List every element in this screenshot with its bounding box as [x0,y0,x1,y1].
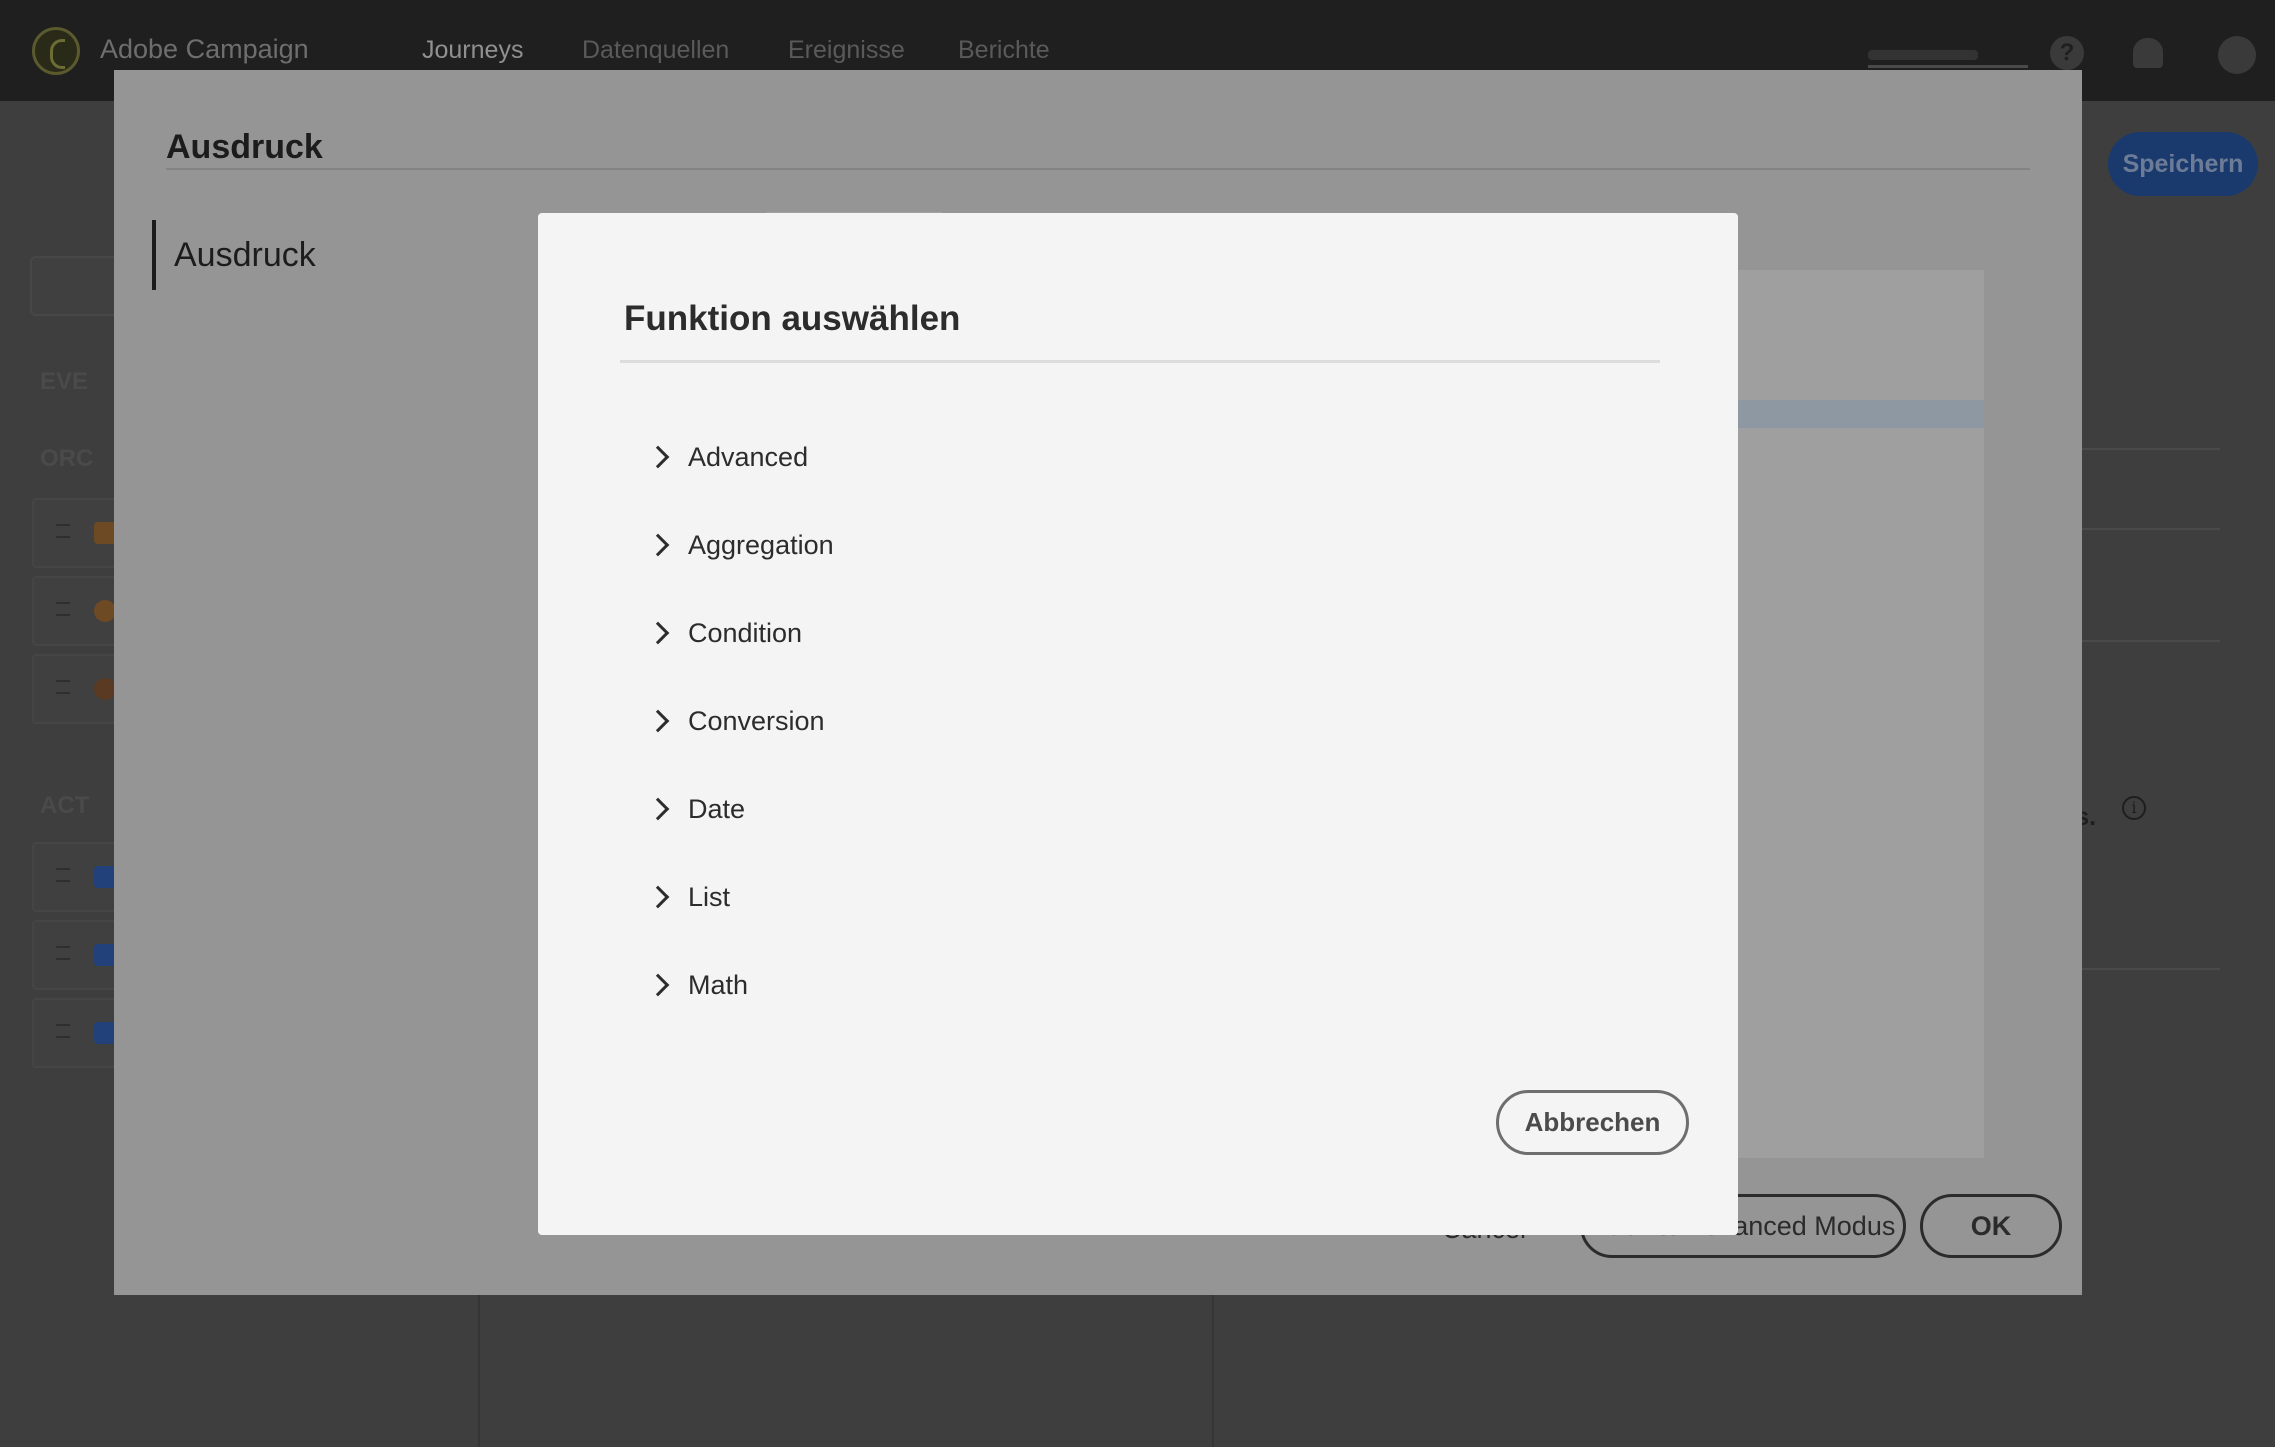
section-actions: ACT [40,792,90,819]
category-label: Aggregation [688,529,834,560]
category-list[interactable]: List [646,853,1548,941]
divider [620,360,1660,363]
expression-editor[interactable] [1736,270,1984,1158]
editor-line-highlight [1736,400,1984,428]
chevron-right-icon [646,797,670,821]
dialog-title: Funktion auswählen [624,299,961,338]
org-switcher[interactable] [1868,40,2028,68]
category-aggregation[interactable]: Aggregation [646,501,1548,589]
avatar[interactable] [2218,36,2256,74]
adobe-campaign-logo-icon[interactable] [32,27,80,75]
sms-icon [94,1022,116,1044]
chevron-right-icon [646,885,670,909]
condition-icon [94,522,116,544]
nav-journeys[interactable]: Journeys [422,36,523,65]
category-label: List [688,881,731,912]
drag-handle-icon[interactable] [56,602,70,616]
divider [1212,1290,1214,1447]
nav-datenquellen[interactable]: Datenquellen [582,36,729,65]
save-button[interactable]: Speichern [2108,132,2258,196]
function-category-list: Advanced Aggregation Condition Conversio… [646,413,1548,1029]
nav-ereignisse[interactable]: Ereignisse [788,36,905,65]
brand-name: Adobe Campaign [100,34,309,64]
category-condition[interactable]: Condition [646,589,1548,677]
category-label: Conversion [688,705,825,736]
ok-button[interactable]: OK [1920,1194,2062,1258]
category-advanced[interactable]: Advanced [646,413,1548,501]
divider [478,1290,480,1447]
section-events: EVE [40,368,89,395]
category-conversion[interactable]: Conversion [646,677,1548,765]
category-math[interactable]: Math [646,941,1548,1029]
chevron-right-icon [646,533,670,557]
category-date[interactable]: Date [646,765,1548,853]
push-icon [94,944,116,966]
help-icon[interactable]: ? [2050,36,2084,70]
side-nav-item-ausdruck[interactable]: Ausdruck [152,220,316,290]
chevron-right-icon [646,973,670,997]
select-function-dialog: Funktion auswählen Advanced Aggregation … [538,213,1738,1235]
info-icon[interactable]: i [2122,796,2146,820]
cancel-button[interactable]: Abbrechen [1496,1090,1689,1155]
chevron-right-icon [646,445,670,469]
email-icon [94,866,116,888]
category-label: Advanced [688,441,809,472]
notification-bell-icon[interactable] [2133,38,2163,68]
section-orchestration: ORC [40,445,94,472]
drag-handle-icon[interactable] [56,1024,70,1038]
drag-handle-icon[interactable] [56,868,70,882]
drag-handle-icon[interactable] [56,680,70,694]
category-label: Condition [688,617,803,648]
divider [166,168,2030,170]
wait-icon [94,600,116,622]
drag-handle-icon[interactable] [56,524,70,538]
clock-icon [94,678,116,700]
modal-title: Ausdruck [166,128,323,166]
chevron-right-icon [646,709,670,733]
category-label: Date [688,793,746,824]
category-label: Math [688,969,749,1000]
nav-berichte[interactable]: Berichte [958,36,1050,65]
drag-handle-icon[interactable] [56,946,70,960]
chevron-right-icon [646,621,670,645]
